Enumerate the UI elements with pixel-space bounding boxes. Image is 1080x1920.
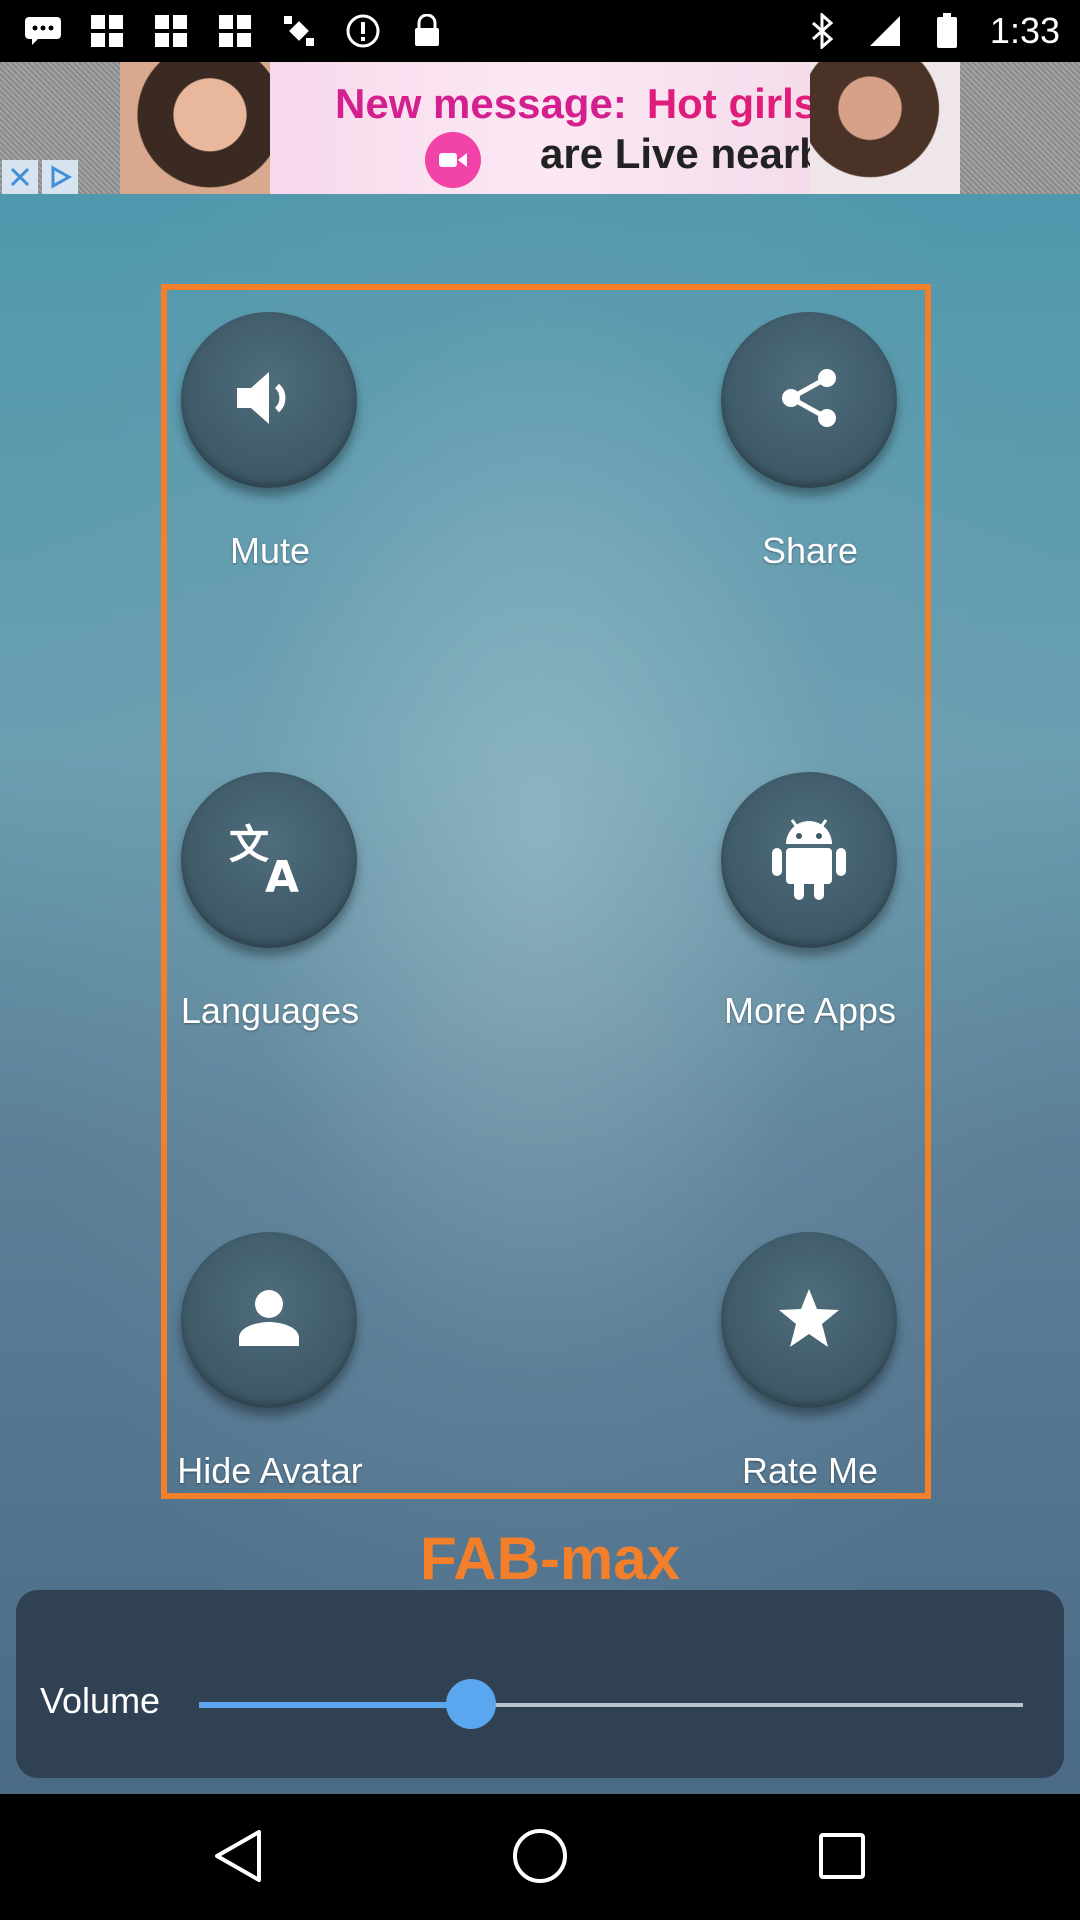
svg-text:文: 文 xyxy=(229,822,269,868)
mute-button[interactable] xyxy=(181,312,357,488)
status-bar: 1:33 xyxy=(0,0,1080,62)
clock: 1:33 xyxy=(989,10,1060,51)
alert-icon xyxy=(344,12,382,50)
recents-icon[interactable] xyxy=(810,1824,874,1888)
notification-icons xyxy=(24,12,446,50)
grid-icon xyxy=(88,12,126,50)
ad-subline: are Live nearby xyxy=(540,130,849,177)
main-content: Mute Share 文 A Languages More Apps Hide … xyxy=(0,194,1080,1794)
star-icon xyxy=(777,1287,841,1354)
translate-icon: 文 A xyxy=(229,820,309,903)
battery-icon xyxy=(928,12,966,50)
languages-label: Languages xyxy=(180,990,360,1031)
volume-slider-fill xyxy=(199,1702,471,1708)
adchoices-icon[interactable] xyxy=(42,160,78,194)
ad-close-icon[interactable] xyxy=(2,160,38,194)
more-apps-button[interactable] xyxy=(721,772,897,948)
volume-slider[interactable] xyxy=(199,1679,1023,1729)
grid-icon xyxy=(152,12,190,50)
navigation-bar xyxy=(0,1794,1080,1920)
volume-icon xyxy=(233,368,305,433)
share-icon xyxy=(777,366,841,435)
home-icon[interactable] xyxy=(508,1824,572,1888)
chat-icon xyxy=(24,12,62,50)
signal-icon xyxy=(866,12,904,50)
lock-icon xyxy=(408,12,446,50)
ad-creative[interactable]: New message: Hot girls are Live nearby xyxy=(120,62,960,194)
bluetooth-icon xyxy=(804,12,842,50)
ad-banner[interactable]: New message: Hot girls are Live nearby xyxy=(0,62,1080,194)
ad-photo-left xyxy=(120,62,270,194)
grid-icon xyxy=(216,12,254,50)
languages-button[interactable]: 文 A xyxy=(181,772,357,948)
svg-text:A: A xyxy=(265,852,299,896)
volume-label: Volume xyxy=(40,1680,161,1721)
hide-avatar-button[interactable] xyxy=(181,1232,357,1408)
share-label: Share xyxy=(761,530,859,571)
android-icon xyxy=(772,814,846,907)
video-call-icon xyxy=(425,132,481,188)
person-icon xyxy=(237,1288,301,1353)
satellite-icon xyxy=(280,12,318,50)
more-apps-label: More Apps xyxy=(723,990,897,1031)
ad-photo-right xyxy=(810,62,960,194)
hide-avatar-label: Hide Avatar xyxy=(177,1450,363,1491)
volume-panel: Volume xyxy=(16,1590,1064,1778)
system-icons: 1:33 xyxy=(804,10,1060,52)
mute-label: Mute xyxy=(229,530,311,571)
share-button[interactable] xyxy=(721,312,897,488)
volume-slider-thumb[interactable] xyxy=(445,1679,496,1729)
rate-me-button[interactable] xyxy=(721,1232,897,1408)
ad-headline: New message: Hot girls xyxy=(335,80,818,127)
rate-me-label: Rate Me xyxy=(741,1450,879,1491)
app-title: FAB-max xyxy=(419,1525,681,1592)
back-icon[interactable] xyxy=(206,1824,270,1888)
